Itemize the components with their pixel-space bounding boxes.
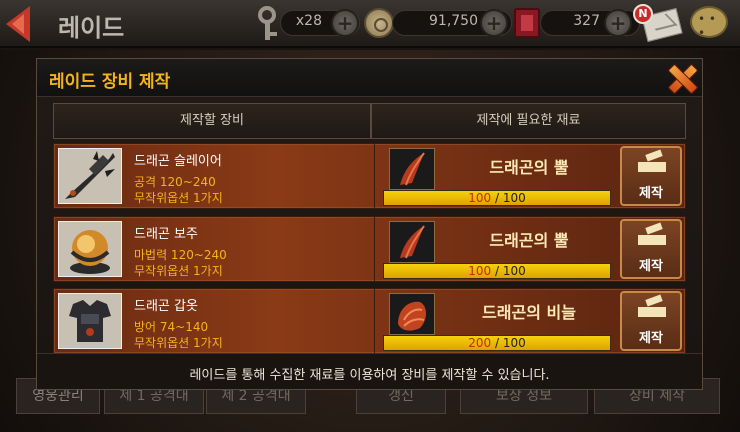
- material-required: 100: [502, 336, 526, 350]
- dialog-header: 레이드 장비 제작: [37, 59, 702, 97]
- equipment-column-header: 제작할 장비: [53, 103, 371, 139]
- dragon-horn-icon: [389, 148, 435, 190]
- dialog-footer: 레이드를 통해 수집한 재료를 이용하여 장비를 제작할 수 있습니다.: [37, 353, 702, 389]
- material-area: 드래곤의 비늘 200 / 100: [374, 289, 614, 353]
- footer-hint: 레이드를 통해 수집한 재료를 이용하여 장비를 제작할 수 있습니다.: [189, 368, 550, 383]
- item-option: 무작위옵션 1가지: [134, 264, 223, 278]
- material-current: 200: [468, 336, 492, 350]
- material-progress-bar: 100 / 100: [383, 263, 611, 279]
- dragon-slayer-sword-icon: [58, 148, 122, 204]
- craft-button-label: 제작: [639, 331, 663, 346]
- material-area: 드래곤의 뿔 100 / 100: [374, 144, 614, 208]
- item-name: 드래곤 갑옷: [134, 299, 198, 314]
- add-gems-button[interactable]: +: [604, 9, 632, 37]
- gold-count: 91,750: [429, 13, 478, 29]
- material-name: 드래곤의 뿔: [489, 231, 569, 250]
- gem-icon: [514, 8, 540, 38]
- material-current: 100: [468, 191, 492, 205]
- craft-button[interactable]: 제작: [620, 146, 682, 206]
- gem-count: 327: [573, 13, 600, 29]
- anvil-hammer-icon: [638, 222, 666, 249]
- material-progress-bar: 200 / 100: [383, 335, 611, 351]
- material-name: 드래곤의 비늘: [482, 303, 576, 322]
- material-current: 100: [468, 264, 492, 278]
- craft-button[interactable]: 제작: [620, 219, 682, 279]
- craft-row-dragon-orb: 드래곤 보주 마법력 120~240 무작위옵션 1가지 드래곤의 뿔 100 …: [53, 216, 686, 282]
- dragon-orb-icon: [58, 221, 122, 277]
- add-gold-button[interactable]: +: [480, 9, 508, 37]
- raid-craft-dialog: 레이드 장비 제작 제작할 장비 제작에 필요한 재료 드래곤 슬레이어 공격 …: [36, 58, 703, 390]
- close-icon[interactable]: [667, 63, 697, 93]
- item-stat: 공격 120~240: [134, 175, 216, 189]
- gold-coin-icon: [364, 8, 394, 38]
- material-name: 드래곤의 뿔: [489, 158, 569, 177]
- craft-row-dragon-armor: 드래곤 갑옷 방어 74~140 무작위옵션 1가지 드래곤의 비늘 200 /…: [53, 288, 686, 354]
- chat-icon[interactable]: [690, 6, 728, 40]
- back-arrow-icon[interactable]: [6, 6, 30, 42]
- item-stat: 마법력 120~240: [134, 248, 227, 262]
- screen-title: 레이드: [58, 14, 125, 42]
- materials-column-header: 제작에 필요한 재료: [371, 103, 686, 139]
- anvil-hammer-icon: [638, 149, 666, 176]
- material-required: 100: [502, 191, 526, 205]
- item-option: 무작위옵션 1가지: [134, 191, 223, 205]
- dragon-horn-icon: [389, 221, 435, 263]
- key-count: x28: [295, 13, 322, 29]
- item-name: 드래곤 슬레이어: [134, 154, 222, 169]
- material-progress-bar: 100 / 100: [383, 190, 611, 206]
- dragon-armor-icon: [58, 293, 122, 349]
- craft-button-label: 제작: [639, 259, 663, 274]
- new-badge: N: [633, 4, 653, 24]
- item-name: 드래곤 보주: [134, 227, 198, 242]
- item-option: 무작위옵션 1가지: [134, 336, 223, 350]
- craft-button-label: 제작: [639, 186, 663, 201]
- top-bar: 레이드 x28 + 91,750 + 327 + N: [0, 0, 740, 48]
- material-required: 100: [502, 264, 526, 278]
- add-keys-button[interactable]: +: [331, 9, 359, 37]
- anvil-hammer-icon: [638, 294, 666, 321]
- craft-row-dragon-slayer: 드래곤 슬레이어 공격 120~240 무작위옵션 1가지 드래곤의 뿔 100…: [53, 143, 686, 209]
- item-stat: 방어 74~140: [134, 320, 209, 334]
- dragon-scale-icon: [389, 293, 435, 335]
- key-icon: [252, 6, 282, 40]
- dialog-title: 레이드 장비 제작: [49, 72, 171, 92]
- material-area: 드래곤의 뿔 100 / 100: [374, 217, 614, 281]
- craft-button[interactable]: 제작: [620, 291, 682, 351]
